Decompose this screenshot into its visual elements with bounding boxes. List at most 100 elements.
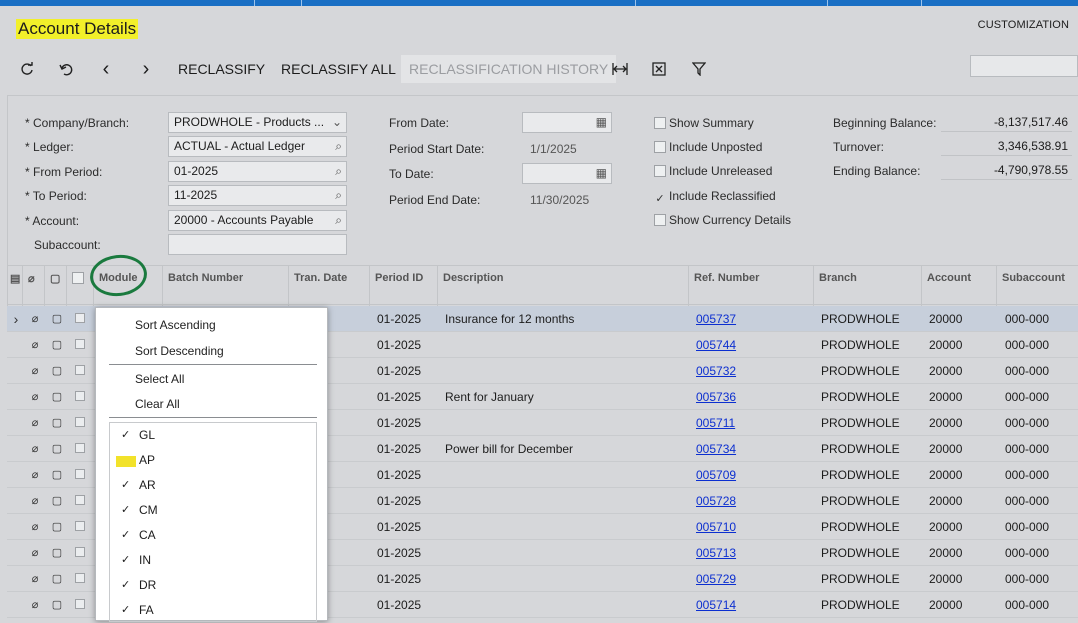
clear-all-option[interactable]: Clear All (135, 397, 180, 411)
include-unposted-checkbox[interactable]: Include Unposted (654, 140, 762, 154)
module-option-ap[interactable]: AP (110, 448, 316, 473)
show-currency-checkbox[interactable]: Show Currency Details (654, 213, 791, 227)
save-layout-icon[interactable]: ▤ (7, 266, 22, 306)
calendar-icon[interactable]: ▦ (596, 113, 607, 132)
show-summary-checkbox[interactable]: Show Summary (654, 116, 754, 130)
document-icon[interactable]: ▢ (50, 358, 64, 384)
module-option-ca[interactable]: ✓ CA (110, 523, 316, 548)
document-icon[interactable]: ▢ (50, 384, 64, 410)
fit-columns-icon[interactable] (609, 55, 631, 83)
ref-number-link[interactable]: 005732 (696, 358, 796, 384)
ledger-field[interactable]: ACTUAL - Actual Ledger ⌕ (168, 136, 347, 157)
attachment-icon[interactable]: ⌀ (28, 514, 42, 540)
document-icon[interactable]: ▢ (50, 540, 64, 566)
sort-descending-option[interactable]: Sort Descending (135, 344, 224, 358)
company-branch-field[interactable]: PRODWHOLE - Products ... ⌄ (168, 112, 347, 133)
export-excel-icon[interactable] (648, 55, 670, 83)
period-id-column-header[interactable]: Period ID (369, 266, 437, 306)
tran-date-column-header[interactable]: Tran. Date (288, 266, 369, 306)
include-unreleased-checkbox[interactable]: Include Unreleased (654, 164, 772, 178)
from-date-field[interactable]: ▦ (522, 112, 612, 133)
to-date-field[interactable]: ▦ (522, 163, 612, 184)
sort-ascending-option[interactable]: Sort Ascending (135, 318, 216, 332)
row-checkbox[interactable] (73, 332, 87, 358)
include-reclassified-checkbox[interactable]: ✓ Include Reclassified (654, 189, 775, 206)
reclassification-history-button[interactable]: RECLASSIFICATION HISTORY (401, 55, 617, 83)
module-option-in[interactable]: ✓ IN (110, 548, 316, 573)
to-period-field[interactable]: 11-2025 ⌕ (168, 185, 347, 206)
attachment-icon[interactable]: ⌀ (28, 358, 42, 384)
attachment-icon[interactable]: ⌀ (28, 332, 42, 358)
module-option-gl[interactable]: ✓ GL (110, 423, 316, 448)
ref-number-link[interactable]: 005713 (696, 540, 796, 566)
row-checkbox[interactable] (73, 540, 87, 566)
refresh-icon[interactable] (16, 55, 38, 83)
module-option-fa[interactable]: ✓ FA (110, 598, 316, 623)
attachment-icon[interactable]: ⌀ (28, 566, 42, 592)
row-checkbox[interactable] (73, 592, 87, 618)
description-column-header[interactable]: Description (437, 266, 688, 306)
row-checkbox[interactable] (73, 514, 87, 540)
document-icon[interactable]: ▢ (50, 332, 64, 358)
previous-record-button[interactable]: ‹ (95, 55, 117, 83)
ref-number-link[interactable]: 005710 (696, 514, 796, 540)
ref-number-link[interactable]: 005734 (696, 436, 796, 462)
from-period-field[interactable]: 01-2025 ⌕ (168, 161, 347, 182)
ref-number-link[interactable]: 005728 (696, 488, 796, 514)
search-icon[interactable]: ⌕ (335, 211, 342, 230)
account-column-header[interactable]: Account (921, 266, 996, 306)
ref-number-link[interactable]: 005736 (696, 384, 796, 410)
attachment-icon[interactable]: ⌀ (28, 488, 42, 514)
attachment-icon[interactable]: ⌀ (28, 462, 42, 488)
document-icon[interactable]: ▢ (50, 592, 64, 618)
attachment-icon[interactable]: ⌀ (28, 306, 42, 332)
ref-number-link[interactable]: 005729 (696, 566, 796, 592)
ref-number-link[interactable]: 005737 (696, 306, 796, 332)
row-checkbox[interactable] (73, 488, 87, 514)
search-icon[interactable]: ⌕ (335, 186, 342, 205)
ref-number-link[interactable]: 005711 (696, 410, 796, 436)
select-all-option[interactable]: Select All (135, 372, 184, 386)
document-icon[interactable]: ▢ (50, 306, 64, 332)
select-all-checkbox[interactable] (66, 266, 93, 306)
attachment-icon[interactable]: ⌀ (28, 436, 42, 462)
undo-icon[interactable] (55, 55, 77, 83)
module-option-dr[interactable]: ✓ DR (110, 573, 316, 598)
subaccount-column-header[interactable]: Subaccount (996, 266, 1078, 306)
filter-icon[interactable] (688, 55, 710, 83)
attachment-icon[interactable]: ⌀ (28, 540, 42, 566)
row-checkbox[interactable] (73, 566, 87, 592)
subaccount-field[interactable] (168, 234, 347, 255)
attachment-icon[interactable]: ⌀ (28, 592, 42, 618)
search-icon[interactable]: ⌕ (335, 137, 342, 156)
row-checkbox[interactable] (73, 358, 87, 384)
attachment-icon[interactable]: ⌀ (28, 410, 42, 436)
calendar-icon[interactable]: ▦ (596, 164, 607, 183)
search-icon[interactable]: ⌕ (335, 162, 342, 181)
reclassify-button[interactable]: RECLASSIFY (178, 55, 265, 83)
row-checkbox[interactable] (73, 384, 87, 410)
ref-number-link[interactable]: 005714 (696, 592, 796, 618)
document-icon[interactable]: ▢ (50, 410, 64, 436)
module-option-ar[interactable]: ✓ AR (110, 473, 316, 498)
document-icon[interactable]: ▢ (50, 514, 64, 540)
document-icon[interactable]: ▢ (50, 488, 64, 514)
row-checkbox[interactable] (73, 436, 87, 462)
document-icon[interactable]: ▢ (50, 566, 64, 592)
document-icon[interactable]: ▢ (50, 462, 64, 488)
account-field[interactable]: 20000 - Accounts Payable ⌕ (168, 210, 347, 231)
attachment-icon[interactable]: ⌀ (28, 384, 42, 410)
reclassify-all-button[interactable]: RECLASSIFY ALL (281, 55, 396, 83)
row-checkbox[interactable] (73, 462, 87, 488)
row-checkbox[interactable] (73, 410, 87, 436)
module-option-cm[interactable]: ✓ CM (110, 498, 316, 523)
branch-column-header[interactable]: Branch (813, 266, 921, 306)
next-record-button[interactable]: › (135, 55, 157, 83)
batch-number-column-header[interactable]: Batch Number (162, 266, 288, 306)
ref-number-link[interactable]: 005744 (696, 332, 796, 358)
document-icon[interactable]: ▢ (50, 436, 64, 462)
customization-menu[interactable]: CUSTOMIZATION (978, 19, 1069, 31)
search-input[interactable] (970, 55, 1078, 77)
row-checkbox[interactable] (73, 306, 87, 332)
ref-number-link[interactable]: 005709 (696, 462, 796, 488)
